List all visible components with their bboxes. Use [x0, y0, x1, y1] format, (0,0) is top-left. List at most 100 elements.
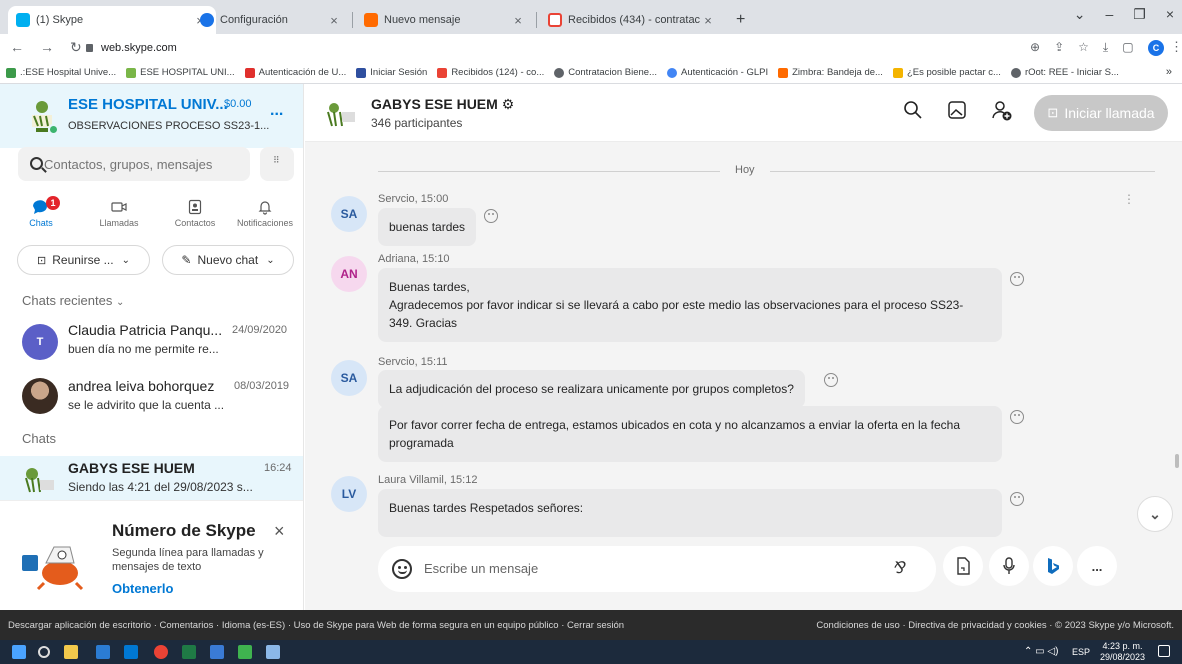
forward-arrow-icon[interactable]: → [40, 39, 54, 56]
close-tab-icon[interactable]: × [510, 13, 526, 28]
emoji-react-icon[interactable] [484, 209, 498, 223]
avatar[interactable]: SA [331, 196, 367, 232]
close-tab-icon[interactable]: × [326, 13, 342, 28]
bookmark-item[interactable]: Iniciar Sesión [356, 67, 427, 78]
dialpad-button[interactable]: ⠿ [260, 147, 294, 181]
meet-now-button[interactable]: ⊡ Reunirse ... ⌄ [17, 245, 150, 275]
list-item[interactable]: andrea leiva bohorquez 08/03/2019 se le … [0, 374, 303, 424]
emoji-react-icon[interactable] [1010, 410, 1024, 424]
language-indicator[interactable]: ESP [1072, 647, 1090, 657]
message-input[interactable]: Escribe un mensaje [424, 561, 538, 576]
list-item[interactable]: T Claudia Patricia Panqu... 24/09/2020 b… [0, 318, 303, 368]
new-tab-button[interactable]: + [728, 6, 752, 34]
nav-llamadas[interactable]: Llamadas [88, 196, 150, 228]
share-icon[interactable]: ⇪ [1054, 40, 1064, 55]
group-avatar[interactable] [325, 100, 357, 128]
more-options-icon[interactable]: ⋮ [1123, 192, 1135, 206]
bookmark-item[interactable]: .:ESE Hospital Unive... [6, 67, 116, 78]
search-icon[interactable] [903, 100, 923, 123]
message-bubble[interactable]: Buenas tardes, Agradecemos por favor ind… [378, 268, 1002, 342]
conversation-title[interactable]: GABYS ESE HUEM ⚙ [371, 96, 514, 113]
app-icon[interactable] [266, 645, 280, 659]
bookmark-item[interactable]: Autenticación - GLPI [666, 67, 768, 78]
more-bookmarks-icon[interactable]: » [1166, 66, 1172, 78]
promo-get-link[interactable]: Obtenerlo [112, 581, 173, 596]
gallery-icon[interactable] [947, 100, 967, 123]
close-window-icon[interactable]: × [1166, 6, 1174, 23]
avatar[interactable]: SA [331, 360, 367, 396]
profile-header[interactable]: ESE HOSPITAL UNIV... $0.00 OBSERVACIONES… [0, 84, 303, 148]
clock[interactable]: 4:23 p. m. 29/08/2023 [1100, 641, 1145, 663]
message-bubble[interactable]: Buenas tardes Respetados señores: [378, 489, 1002, 537]
voice-message-button[interactable] [989, 546, 1029, 586]
zoom-icon[interactable]: ⊕ [1030, 40, 1040, 55]
system-tray-icons[interactable]: ⌃ ▭ ◁) [1024, 646, 1058, 657]
format-text-icon[interactable]: ⅋ [892, 558, 904, 578]
windows-start-icon[interactable] [12, 645, 26, 659]
bing-button[interactable] [1033, 546, 1073, 586]
nav-contactos[interactable]: Contactos [164, 196, 226, 228]
bookmark-item[interactable]: Zimbra: Bandeja de... [778, 67, 883, 78]
word-icon[interactable] [96, 645, 110, 659]
app-icon[interactable] [238, 645, 252, 659]
recent-chats-header[interactable]: Chats recientes ⌄ [22, 293, 124, 308]
file-explorer-icon[interactable] [64, 645, 78, 659]
avatar[interactable]: AN [331, 256, 367, 292]
search-icon[interactable] [38, 646, 50, 658]
star-icon[interactable]: ☆ [1078, 40, 1089, 55]
list-item[interactable]: GABYS ESE HUEM 16:24 Siendo las 4:21 del… [0, 456, 303, 502]
participant-count[interactable]: 346 participantes [371, 116, 462, 130]
tab-nuevo-mensaje[interactable]: Nuevo mensaje × [356, 6, 534, 34]
scroll-to-bottom-button[interactable]: ⌄ [1137, 496, 1173, 532]
sidepanel-icon[interactable]: ▢ [1122, 40, 1133, 55]
nav-notificaciones[interactable]: Notificaciones [234, 196, 296, 228]
tab-configuracion[interactable]: Configuración × [192, 6, 350, 34]
avatar[interactable]: LV [331, 476, 367, 512]
bookmark-item[interactable]: ESE HOSPITAL UNI... [126, 67, 235, 78]
attach-file-button[interactable] [943, 546, 983, 586]
bookmark-item[interactable]: rOot: REE - Iniciar S... [1010, 67, 1119, 78]
profile-more-button[interactable]: ... [270, 102, 283, 120]
restore-icon[interactable]: ❐ [1133, 6, 1146, 23]
bookmark-item[interactable]: Recibidos (124) - co... [437, 67, 544, 78]
address-bar[interactable]: web.skype.com [86, 38, 1026, 58]
close-tab-icon[interactable]: × [700, 13, 716, 28]
bookmark-item[interactable]: Contratacion Biene... [554, 67, 657, 78]
message-bubble[interactable]: La adjudicación del proceso se realizara… [378, 370, 805, 408]
add-participant-icon[interactable] [991, 100, 1013, 125]
tab-recibidos[interactable]: Recibidos (434) - contratacion.g: × [540, 6, 724, 34]
emoji-icon[interactable] [392, 559, 412, 579]
nav-chats[interactable]: Chats 1 [10, 196, 72, 228]
app-icon[interactable] [210, 645, 224, 659]
browser-profile-avatar[interactable]: C [1148, 40, 1164, 56]
bookmark-item[interactable]: ¿Es posible pactar c... [892, 67, 1001, 78]
download-icon[interactable]: ⤓ [1103, 40, 1108, 55]
emoji-react-icon[interactable] [1010, 492, 1024, 506]
skype-credit[interactable]: $0.00 [224, 98, 252, 110]
new-chat-button[interactable]: ✎ Nuevo chat ⌄ [162, 245, 294, 275]
message-composer[interactable]: Escribe un mensaje ⅋ [378, 546, 936, 592]
outlook-icon[interactable] [124, 645, 138, 659]
message-bubble[interactable]: buenas tardes [378, 208, 477, 246]
footer-links-right[interactable]: Condiciones de uso · Directiva de privac… [816, 620, 1174, 631]
emoji-react-icon[interactable] [1010, 272, 1024, 286]
start-call-button[interactable]: ⊡ Iniciar llamada [1034, 95, 1168, 131]
reload-icon[interactable]: ↻ [70, 39, 82, 56]
chrome-icon[interactable] [154, 645, 168, 659]
close-promo-button[interactable]: × [274, 521, 285, 542]
footer-links-left[interactable]: Descargar aplicación de escritorio · Com… [8, 620, 624, 631]
emoji-react-icon[interactable] [824, 373, 838, 387]
excel-icon[interactable] [182, 645, 196, 659]
more-actions-button[interactable]: ... [1077, 546, 1117, 586]
browser-menu-icon[interactable]: ⋮ [1170, 39, 1182, 55]
gear-icon[interactable]: ⚙ [502, 96, 515, 112]
message-bubble[interactable]: Por favor correr fecha de entrega, estam… [378, 406, 1002, 462]
search-input[interactable] [18, 147, 250, 181]
tab-skype[interactable]: (1) Skype × [8, 6, 216, 34]
notification-center-icon[interactable] [1158, 645, 1170, 657]
minimize-icon[interactable]: – [1105, 6, 1113, 23]
scrollbar-thumb[interactable] [1175, 454, 1179, 468]
tab-search-icon[interactable]: ⌄ [1074, 6, 1086, 23]
back-arrow-icon[interactable]: ← [10, 39, 24, 56]
bookmark-item[interactable]: Autenticación de U... [244, 67, 346, 78]
